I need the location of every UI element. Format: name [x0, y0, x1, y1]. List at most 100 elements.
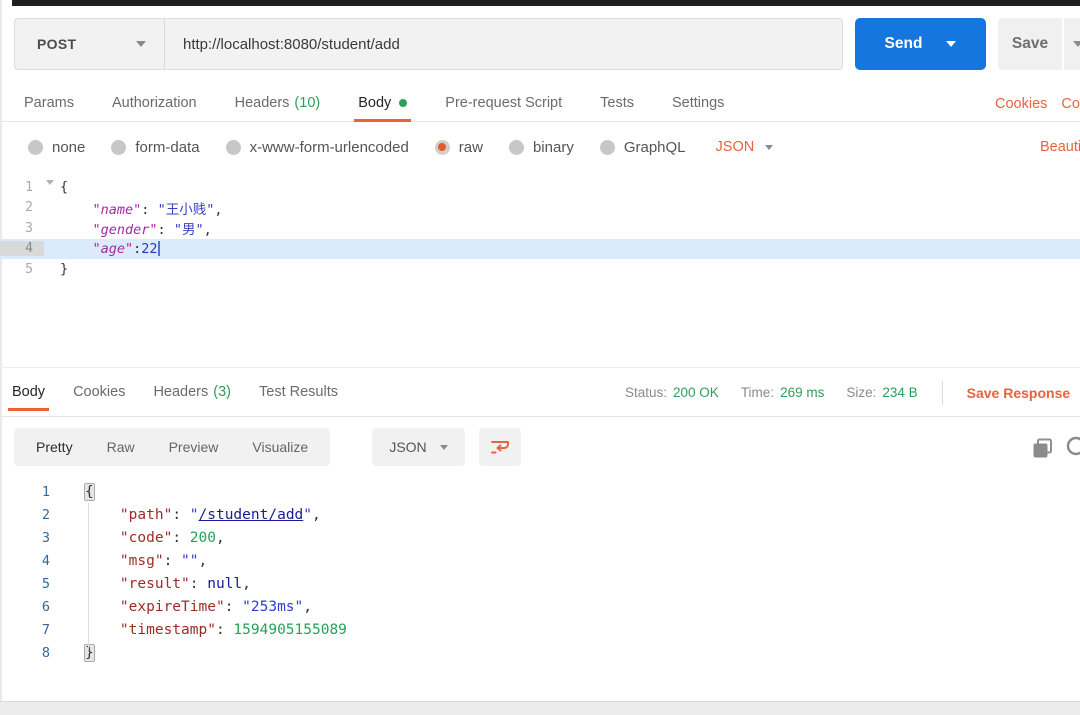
body-mode-none[interactable]: none — [28, 139, 85, 156]
tab-count: (3) — [213, 384, 231, 400]
wrap-text-button[interactable] — [479, 428, 521, 466]
token: "age" — [92, 240, 134, 257]
token: "path" — [119, 506, 173, 523]
body-mode-label: none — [52, 138, 86, 156]
code-link[interactable]: Code — [1061, 96, 1080, 112]
token: "" — [181, 552, 199, 569]
window-top-strip — [12, 0, 1080, 6]
save-response-link[interactable]: Save Response — [967, 385, 1071, 401]
response-tab-cookies[interactable]: Cookies — [73, 374, 125, 411]
request-url-group: POST http://localhost:8080/student/add — [14, 18, 843, 70]
radio-icon — [111, 139, 127, 155]
body-mode-label: GraphQL — [623, 138, 686, 156]
body-mode-binary[interactable]: binary — [508, 139, 574, 156]
token: : — [224, 598, 243, 615]
meta-status: Status: 200 OK — [625, 385, 719, 400]
body-mode-label: form-data — [135, 138, 200, 156]
url-input[interactable]: http://localhost:8080/student/add — [165, 19, 842, 69]
token: } — [85, 644, 94, 661]
line-number: 1 — [41, 483, 50, 500]
response-format-label: JSON — [389, 439, 427, 455]
tab-label: Params — [24, 95, 74, 111]
body-mode-raw[interactable]: raw — [434, 138, 483, 156]
body-mode-form-data[interactable]: form-data — [111, 138, 200, 156]
tab-pre-request-script[interactable]: Pre-request Script — [445, 85, 562, 122]
response-tab-headers[interactable]: Headers (3) — [153, 374, 231, 411]
code-text: "msg": "", — [85, 553, 207, 569]
search-response-button[interactable] — [1064, 434, 1080, 464]
code-text: "gender": "男", — [60, 218, 212, 238]
save-button[interactable]: Save — [998, 18, 1062, 70]
token: 200 — [189, 529, 216, 546]
save-label: Save — [1011, 35, 1049, 52]
code-line: 1{ — [0, 480, 1080, 503]
request-body-editor[interactable]: 1{2 "name": "王小贱", 3 "gender": "男", 4 "age… — [0, 172, 1080, 366]
token: "timestamp" — [119, 621, 216, 638]
beautify-link[interactable]: Beautify — [1040, 122, 1080, 172]
method-select[interactable]: POST — [15, 19, 165, 69]
view-tab-visualize[interactable]: Visualize — [252, 439, 308, 455]
line-number: 3 — [25, 220, 33, 236]
line-number: 7 — [41, 621, 50, 638]
tab-tests[interactable]: Tests — [600, 85, 634, 122]
meta-value: 269 ms — [780, 385, 825, 400]
send-chevron-down-icon[interactable] — [946, 41, 957, 47]
token: , — [312, 506, 321, 523]
line-number: 4 — [41, 552, 50, 569]
view-tab-pretty[interactable]: Pretty — [36, 439, 73, 455]
window-bottom-strip — [0, 701, 1080, 715]
token: : — [172, 506, 190, 523]
chevron-down-icon — [439, 444, 448, 450]
response-tab-body[interactable]: Body — [7, 374, 50, 411]
tab-authorization[interactable]: Authorization — [112, 85, 197, 122]
body-mode-GraphQL[interactable]: GraphQL — [599, 138, 686, 156]
meta-size: Size: 234 B — [846, 385, 917, 400]
meta-label: Status: — [625, 385, 668, 400]
tab-label: Settings — [671, 95, 725, 111]
token: , — [215, 529, 225, 546]
token: "男" — [173, 222, 204, 239]
code-line: 2 "path": "/student/add", — [0, 503, 1080, 526]
response-body-viewer[interactable]: 1{2 "path": "/student/add", 3 "code": 200… — [0, 478, 1080, 668]
view-tab-preview[interactable]: Preview — [169, 439, 219, 455]
view-tab-raw[interactable]: Raw — [107, 439, 135, 455]
token: , — [242, 575, 251, 592]
body-mode-label: raw — [458, 138, 483, 156]
tab-body[interactable]: Body — [354, 85, 412, 122]
copy-icon — [1033, 438, 1052, 458]
response-tab-test-results[interactable]: Test Results — [259, 374, 338, 411]
token: 1594905155089 — [233, 621, 347, 638]
save-dropdown-button[interactable] — [1064, 18, 1080, 70]
tab-settings[interactable]: Settings — [672, 85, 724, 122]
token: : — [157, 222, 174, 239]
cookies-link[interactable]: Cookies — [995, 96, 1047, 112]
token: " — [303, 506, 313, 523]
body-mode-x-www-form-urlencoded[interactable]: x-www-form-urlencoded — [225, 139, 409, 156]
meta-label: Time: — [740, 385, 775, 400]
tab-headers[interactable]: Headers (10) — [235, 85, 321, 122]
send-button[interactable]: Send — [855, 18, 986, 70]
response-format-select[interactable]: JSON — [372, 428, 465, 466]
radio-icon — [225, 139, 241, 155]
code-text: "name": "王小贱", — [60, 198, 223, 218]
code-text: "code": 200, — [85, 530, 225, 546]
token: "expireTime" — [119, 598, 225, 615]
raw-type-select[interactable]: JSON — [716, 139, 774, 155]
radio-icon — [508, 139, 524, 155]
tab-count: (10) — [294, 95, 321, 111]
tab-label: Authorization — [111, 95, 197, 111]
tab-label: Body — [12, 384, 46, 400]
token: "code" — [119, 529, 173, 546]
code-line: 1{ — [0, 177, 1080, 201]
line-number: 2 — [41, 506, 50, 523]
tab-label: Tests — [600, 95, 634, 111]
tab-params[interactable]: Params — [24, 85, 74, 122]
token: { — [60, 179, 69, 196]
copy-response-button[interactable] — [1030, 436, 1056, 462]
